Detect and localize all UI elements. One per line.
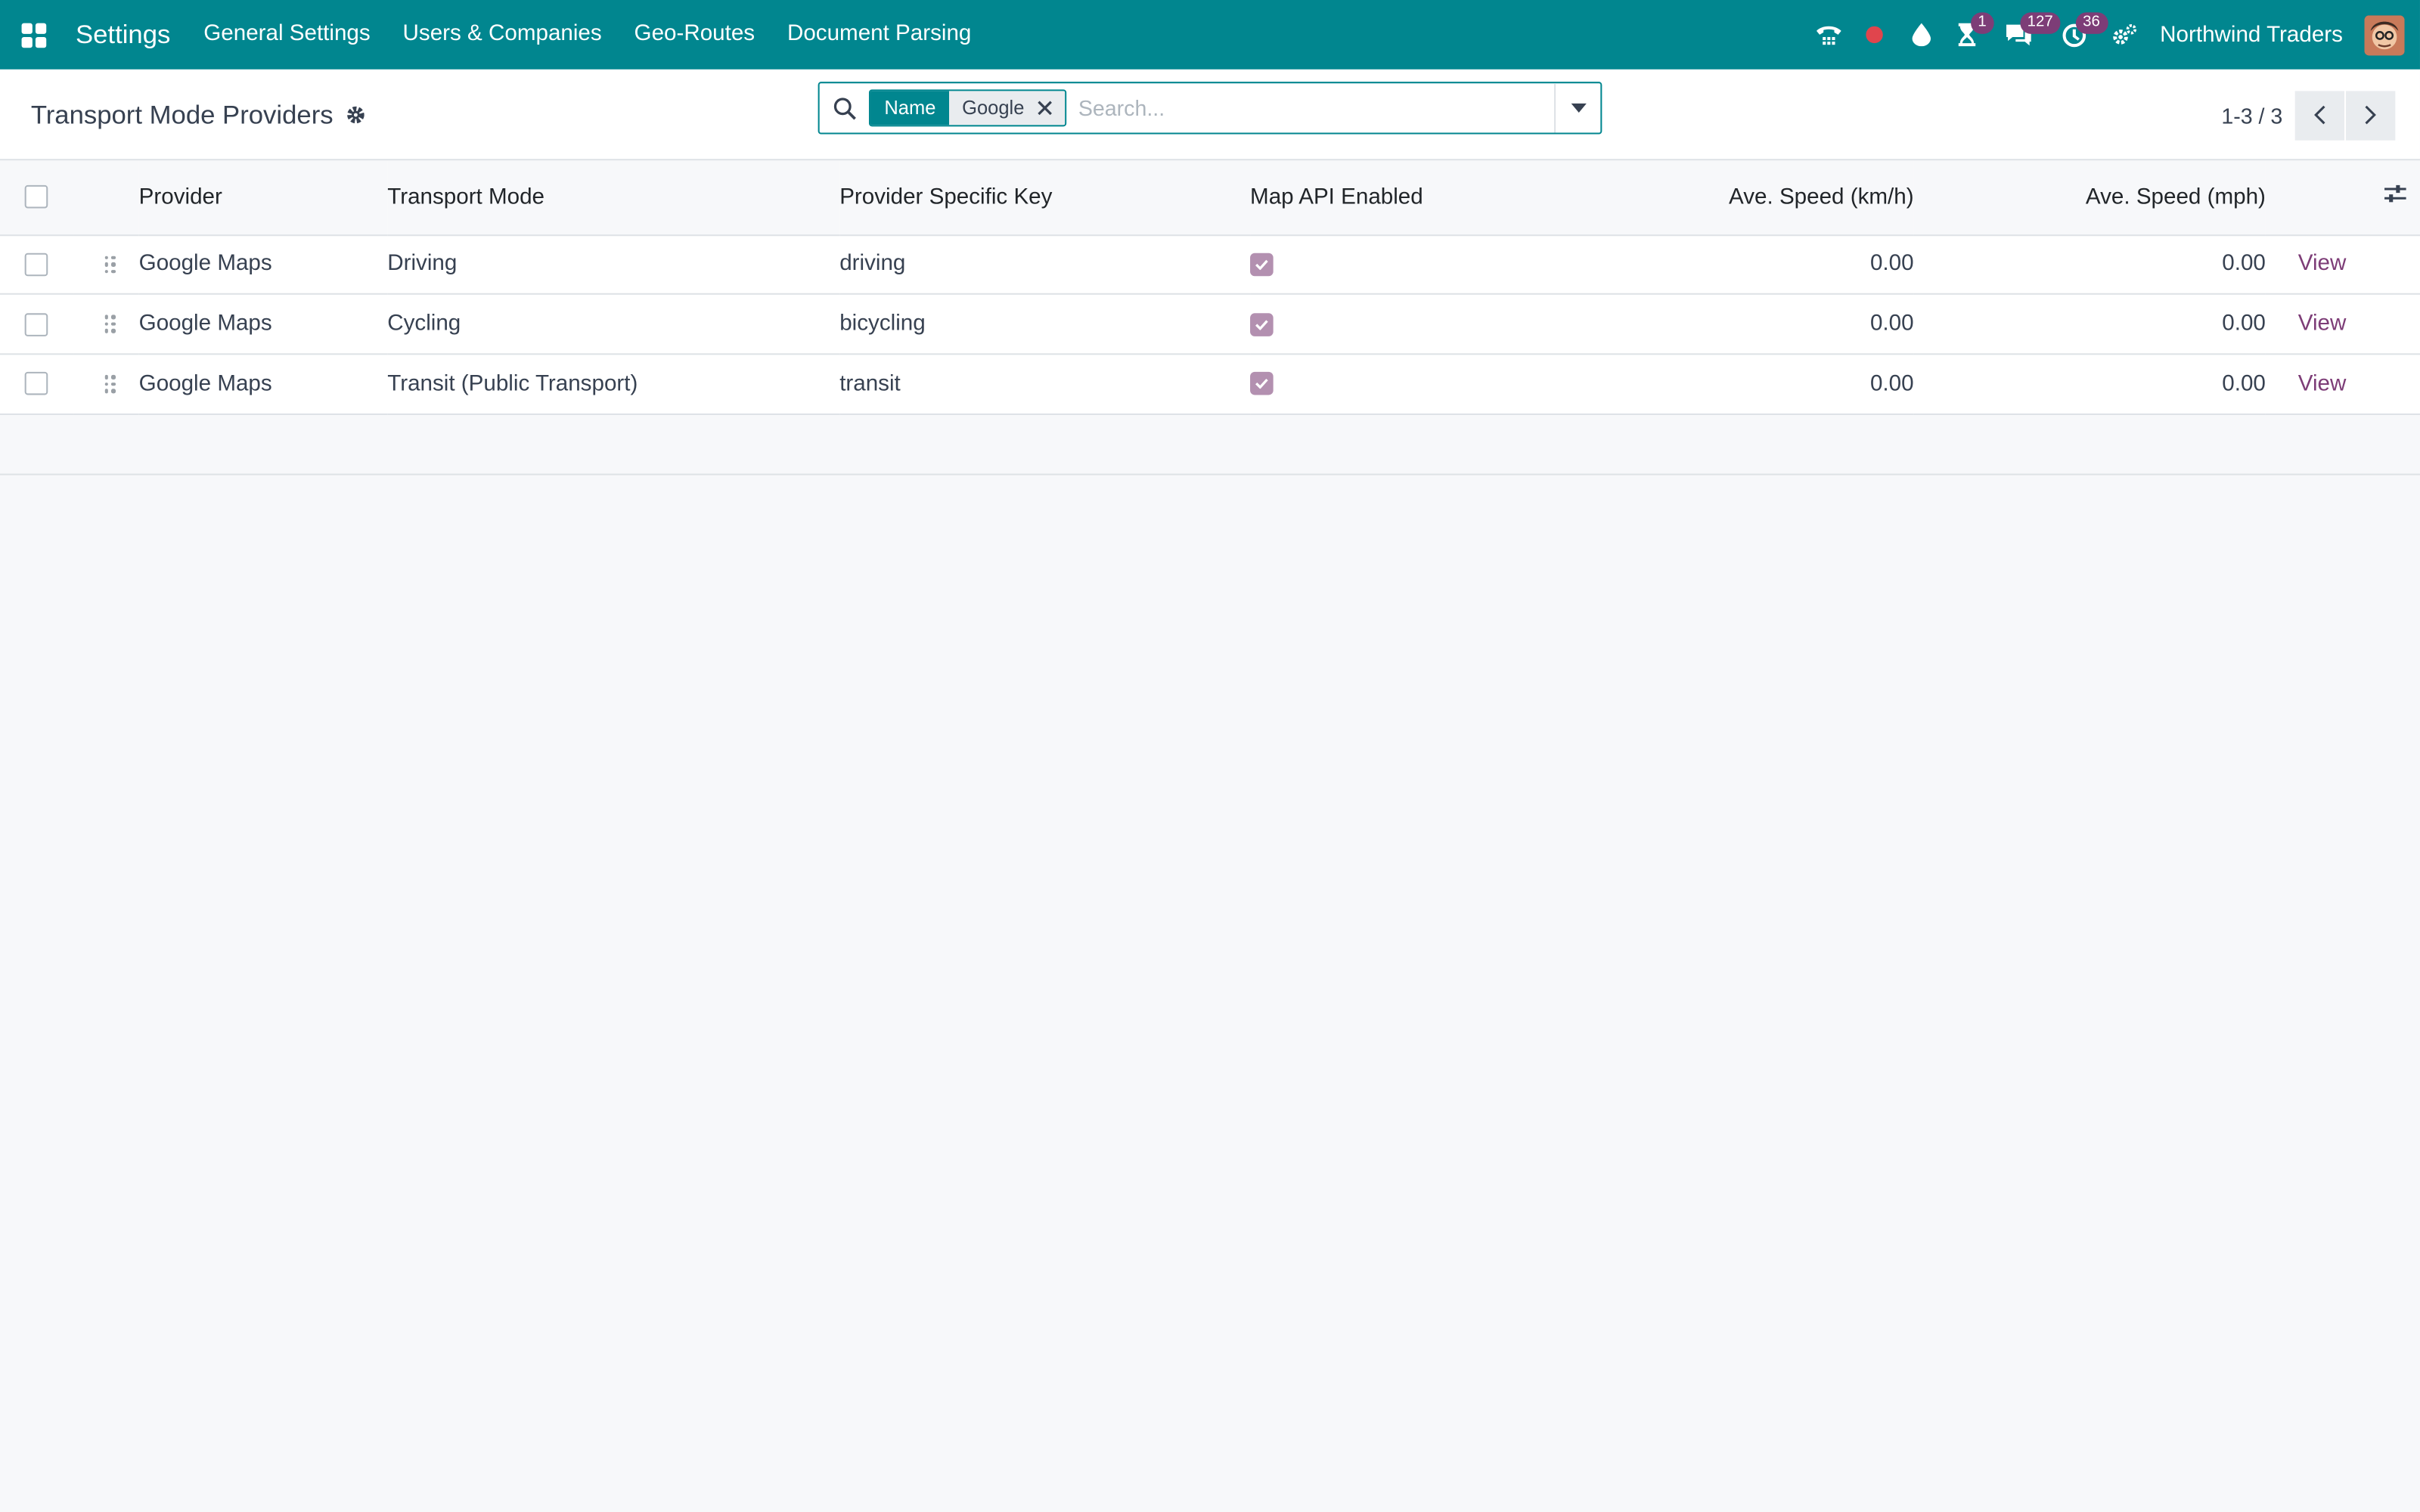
cell-provider-key[interactable]: transit bbox=[839, 354, 1251, 415]
cell-map-api-enabled bbox=[1250, 354, 1590, 415]
pager: 1-3 / 3 bbox=[2221, 70, 2396, 160]
check-icon bbox=[1255, 259, 1268, 271]
row-checkbox[interactable] bbox=[24, 253, 48, 277]
check-icon bbox=[1255, 379, 1268, 390]
chevron-left-icon bbox=[2314, 105, 2325, 125]
clock-icon[interactable]: 36 bbox=[2046, 0, 2108, 70]
table-row[interactable]: Google Maps Driving driving 0.00 0.00 Vi… bbox=[0, 234, 2420, 296]
cell-map-api-enabled bbox=[1250, 234, 1590, 296]
gear-icon[interactable] bbox=[346, 105, 366, 125]
map-api-checkbox[interactable] bbox=[1250, 253, 1274, 277]
facet-remove-icon[interactable] bbox=[1037, 101, 1052, 116]
cell-transport-mode[interactable]: Cycling bbox=[387, 294, 840, 355]
caret-down-icon bbox=[1570, 103, 1586, 113]
view-button[interactable]: View bbox=[2298, 371, 2347, 396]
cell-speed-mph[interactable]: 0.00 bbox=[1913, 234, 2266, 296]
apps-grid-icon bbox=[21, 22, 47, 48]
cell-speed-kmh[interactable]: 0.00 bbox=[1590, 354, 1914, 415]
row-select-cell bbox=[0, 294, 74, 355]
table-header-row: Provider Transport Mode Provider Specifi… bbox=[0, 160, 2420, 236]
systray: 1 127 36 Northwind Traders bbox=[1805, 0, 2405, 70]
menu-document-parsing[interactable]: Document Parsing bbox=[771, 0, 988, 70]
row-select-cell bbox=[0, 354, 74, 415]
pager-previous-button[interactable] bbox=[2294, 90, 2344, 140]
search-options-toggle[interactable] bbox=[1554, 83, 1600, 133]
cell-speed-kmh[interactable]: 0.00 bbox=[1590, 294, 1914, 355]
col-provider[interactable]: Provider bbox=[138, 160, 388, 236]
sliders-icon[interactable] bbox=[2383, 184, 2408, 204]
row-handle-cell bbox=[73, 234, 139, 296]
menu-geo-routes[interactable]: Geo-Routes bbox=[618, 0, 771, 70]
apps-menu-button[interactable] bbox=[0, 0, 68, 70]
select-all-cell bbox=[0, 160, 74, 236]
empty-row bbox=[0, 414, 2420, 475]
cell-provider-key[interactable]: driving bbox=[839, 234, 1251, 296]
check-icon bbox=[1255, 319, 1268, 330]
company-switcher[interactable]: Northwind Traders bbox=[2160, 23, 2343, 48]
search-facet: Name Google bbox=[868, 89, 1066, 127]
optional-columns-cell bbox=[2265, 160, 2420, 236]
row-checkbox[interactable] bbox=[24, 372, 48, 396]
col-provider-key[interactable]: Provider Specific Key bbox=[839, 160, 1251, 236]
phone-icon[interactable] bbox=[1805, 0, 1851, 70]
cell-provider-key[interactable]: bicycling bbox=[839, 294, 1251, 355]
cell-speed-mph[interactable]: 0.00 bbox=[1913, 354, 2266, 415]
cell-speed-mph[interactable]: 0.00 bbox=[1913, 294, 2266, 355]
chevron-right-icon bbox=[2365, 105, 2376, 125]
drag-handle-icon[interactable] bbox=[104, 375, 116, 393]
settings-gears-icon[interactable] bbox=[2102, 0, 2148, 70]
table-row[interactable]: Google Maps Transit (Public Transport) t… bbox=[0, 354, 2420, 415]
cell-provider[interactable]: Google Maps bbox=[138, 354, 388, 415]
row-handle-cell bbox=[73, 354, 139, 415]
col-speed-kmh[interactable]: Ave. Speed (km/h) bbox=[1590, 160, 1914, 236]
search-input[interactable] bbox=[1078, 85, 1555, 132]
water-drop-icon[interactable] bbox=[1897, 0, 1944, 70]
col-map-api-enabled[interactable]: Map API Enabled bbox=[1250, 160, 1590, 236]
activity-hourglass-icon[interactable]: 1 bbox=[1944, 0, 1994, 70]
row-handle-cell bbox=[73, 294, 139, 355]
cell-action: View bbox=[2265, 294, 2420, 355]
breadcrumb: Transport Mode Providers bbox=[31, 70, 366, 160]
recording-dot-icon[interactable] bbox=[1851, 0, 1897, 70]
pager-value[interactable]: 1-3 / 3 bbox=[2221, 103, 2282, 128]
providers-table: Provider Transport Mode Provider Specifi… bbox=[0, 160, 2420, 415]
col-speed-mph[interactable]: Ave. Speed (mph) bbox=[1913, 160, 2266, 236]
select-all-checkbox[interactable] bbox=[24, 185, 48, 209]
cell-transport-mode[interactable]: Transit (Public Transport) bbox=[387, 354, 840, 415]
row-select-cell bbox=[0, 234, 74, 296]
map-api-checkbox[interactable] bbox=[1250, 372, 1274, 396]
control-panel: Transport Mode Providers Name Google Sea… bbox=[0, 69, 2420, 161]
messages-icon[interactable]: 127 bbox=[1990, 0, 2061, 70]
cell-speed-kmh[interactable]: 0.00 bbox=[1590, 234, 1914, 296]
list-view: Provider Transport Mode Provider Specifi… bbox=[0, 160, 2420, 475]
cell-transport-mode[interactable]: Driving bbox=[387, 234, 840, 296]
top-navbar: Settings General Settings Users & Compan… bbox=[0, 0, 2420, 70]
cell-action: View bbox=[2265, 354, 2420, 415]
facet-value: Google bbox=[962, 97, 1025, 119]
view-button[interactable]: View bbox=[2298, 311, 2347, 336]
search-icon bbox=[820, 83, 869, 132]
app-brand[interactable]: Settings bbox=[76, 20, 170, 51]
page-title: Transport Mode Providers bbox=[30, 99, 334, 129]
search-bar: Name Google bbox=[818, 82, 1602, 135]
menu-general-settings[interactable]: General Settings bbox=[188, 0, 386, 70]
cell-action: View bbox=[2265, 234, 2420, 296]
facet-value-wrap: Google bbox=[949, 91, 1065, 125]
cell-map-api-enabled bbox=[1250, 294, 1590, 355]
cell-provider[interactable]: Google Maps bbox=[138, 294, 388, 355]
view-button[interactable]: View bbox=[2298, 252, 2347, 277]
user-avatar[interactable] bbox=[2364, 14, 2405, 55]
map-api-checkbox[interactable] bbox=[1250, 312, 1274, 336]
drag-handle-icon[interactable] bbox=[104, 256, 116, 274]
pager-next-button[interactable] bbox=[2346, 90, 2396, 140]
col-transport-mode[interactable]: Transport Mode bbox=[387, 160, 840, 236]
cell-provider[interactable]: Google Maps bbox=[138, 234, 388, 296]
row-checkbox[interactable] bbox=[24, 312, 48, 336]
facet-label: Name bbox=[870, 91, 950, 125]
menu-users-companies[interactable]: Users & Companies bbox=[386, 0, 618, 70]
drag-handle-icon[interactable] bbox=[104, 315, 116, 333]
table-row[interactable]: Google Maps Cycling bicycling 0.00 0.00 … bbox=[0, 294, 2420, 355]
